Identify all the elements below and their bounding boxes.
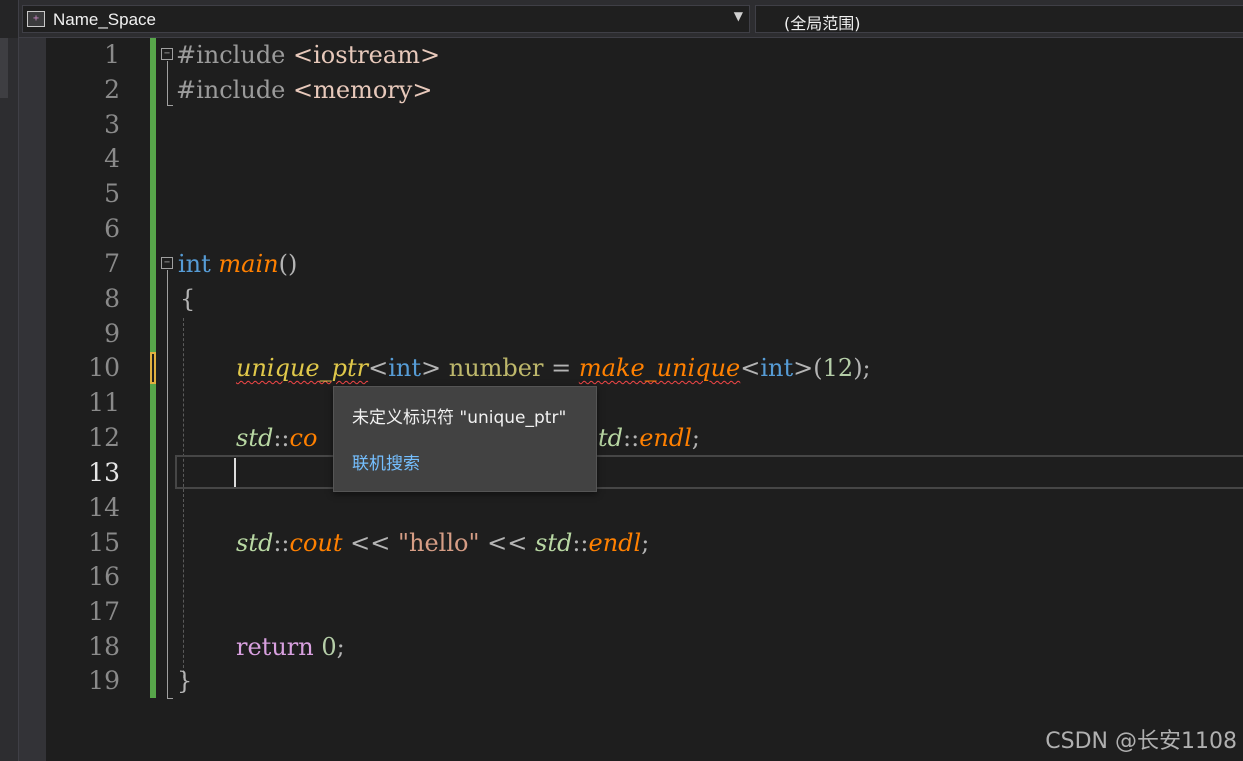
line-number: 1: [104, 40, 120, 69]
line-number: 18: [88, 632, 120, 661]
text-caret: [234, 458, 236, 487]
line-number: 4: [104, 144, 120, 173]
navigation-bar: + Name_Space ▼ (全局范围): [0, 0, 1243, 38]
line-number: 5: [104, 179, 120, 208]
online-search-link[interactable]: 联机搜索: [352, 449, 420, 474]
project-scope-dropdown[interactable]: + Name_Space ▼: [22, 5, 750, 33]
code-line-10[interactable]: unique_ptr<int> number = make_unique<int…: [236, 351, 871, 385]
code-line-18[interactable]: return 0;: [236, 630, 345, 664]
watermark: CSDN @长安1108: [1045, 729, 1237, 754]
collapse-icon[interactable]: −: [161, 257, 173, 269]
line-number: 11: [88, 388, 120, 417]
line-number: 16: [88, 562, 120, 591]
navbar-left-strip: [0, 0, 19, 38]
line-number: 19: [88, 666, 120, 695]
code-line-19[interactable]: }: [177, 664, 192, 698]
line-number: 6: [104, 214, 120, 243]
tooltip-message: 未定义标识符 "unique_ptr": [352, 408, 567, 428]
line-number: 10: [88, 353, 120, 382]
indent-guide: [183, 318, 184, 678]
line-number: 7: [104, 249, 120, 278]
undefined-identifier: unique_ptr: [236, 354, 369, 382]
global-scope-label: (全局范围): [784, 14, 861, 33]
line-number: 9: [104, 319, 120, 348]
line-number: 15: [88, 528, 120, 557]
code-line-7[interactable]: int main(): [178, 247, 297, 281]
global-scope-dropdown[interactable]: (全局范围): [755, 5, 1243, 33]
code-line-12-right[interactable]: td::endl;: [598, 421, 700, 455]
collapse-icon[interactable]: −: [161, 48, 173, 60]
line-number: 2: [104, 75, 120, 104]
line-number: 14: [88, 493, 120, 522]
line-number: 17: [88, 597, 120, 626]
code-line-2[interactable]: #include <memory>: [176, 73, 432, 107]
class-cube-icon: +: [27, 11, 45, 27]
editor-left-margin: [0, 38, 19, 761]
code-line-12-left[interactable]: std::co: [236, 421, 317, 455]
code-line-15[interactable]: std::cout << "hello" << std::endl;: [236, 526, 649, 560]
line-number-gutter: 1 2 3 4 5 6 7 8 9 10 11 12 13 14 15 16 1…: [46, 38, 150, 761]
line-number: 3: [104, 110, 120, 139]
line-number: 8: [104, 284, 120, 313]
code-line-1[interactable]: #include <iostream>: [176, 38, 440, 72]
error-tooltip: 未定义标识符 "unique_ptr" 联机搜索: [333, 386, 597, 492]
project-scope-label: Name_Space: [53, 10, 157, 29]
code-line-8[interactable]: {: [180, 282, 195, 316]
active-line-number: 13: [88, 458, 120, 487]
line-number: 12: [88, 423, 120, 452]
indicator-margin[interactable]: [19, 38, 46, 761]
chevron-down-icon[interactable]: ▼: [734, 9, 743, 23]
unsaved-change-marker: [150, 352, 156, 384]
